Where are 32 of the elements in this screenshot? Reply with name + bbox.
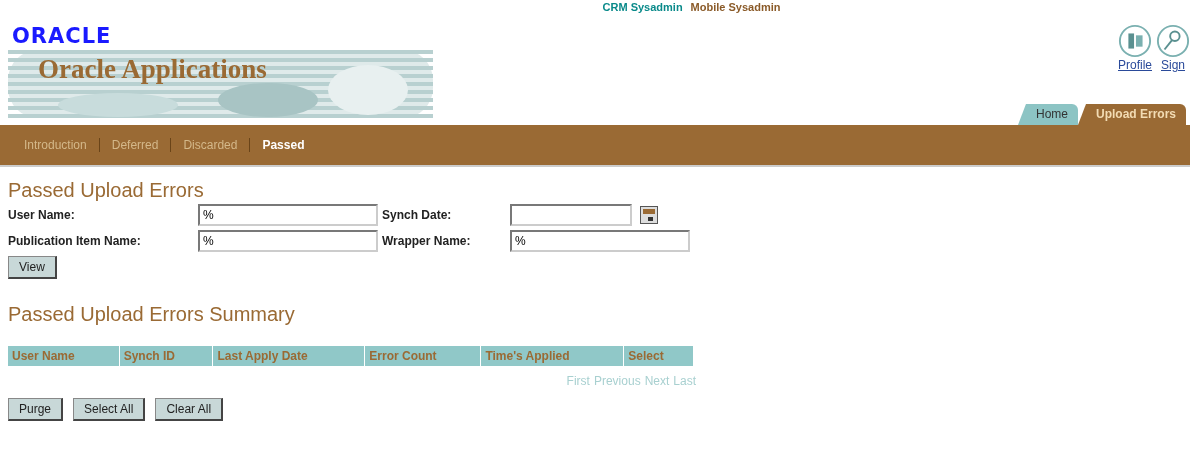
field-label: User Name: [8,208,76,222]
profile-icon[interactable] [1118,24,1152,58]
calendar-icon[interactable] [640,206,658,224]
sub-tab[interactable]: Passed [249,138,317,152]
column-header: Error Count [365,346,482,366]
field-label: Synch Date: [382,208,453,222]
column-header: Select [624,346,694,366]
column-header: Last Apply Date [213,346,366,366]
text-field[interactable]: % [510,230,690,252]
app-title: Oracle Applications [38,54,267,85]
global-link[interactable]: Profile [1118,58,1152,72]
view-button[interactable]: View [8,256,57,279]
field-label: Publication Item Name: [8,234,142,248]
tab[interactable]: Upload Errors [1078,104,1186,125]
text-field[interactable]: % [198,204,378,226]
user-name: Mobile Sysadmin [690,1,781,15]
section-title: Passed Upload Errors [8,179,205,202]
text-field[interactable]: % [198,230,378,252]
action-button[interactable]: Select All [73,398,146,421]
column-header: Synch ID [119,346,214,366]
section-title: Passed Upload Errors Summary [8,303,296,326]
column-header: Time's Applied [481,346,625,366]
global-link[interactable]: Sign [1161,58,1185,72]
column-header: User Name [8,346,120,366]
field-label: Wrapper Name: [382,234,472,248]
date-field[interactable] [510,204,632,226]
oracle-logo: ORACLE [12,26,113,46]
action-button[interactable]: Clear All [155,398,224,421]
action-button[interactable]: Purge [8,398,64,421]
user-name: CRM Sysadmin [602,1,683,15]
tab[interactable]: Home [1017,104,1078,125]
key-icon[interactable] [1156,24,1190,58]
